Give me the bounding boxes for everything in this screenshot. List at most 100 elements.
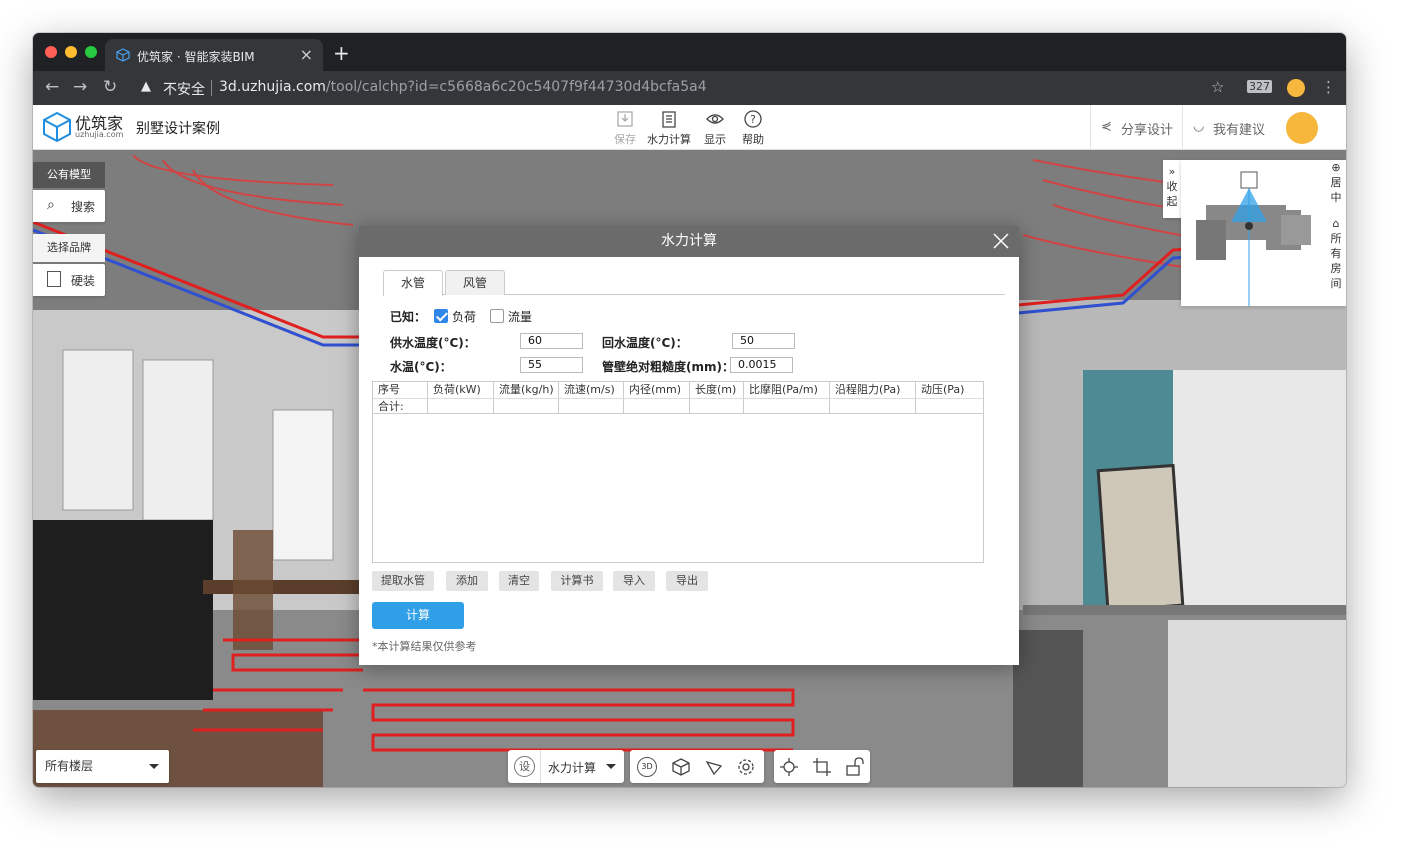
settings-badge-icon[interactable]: 设 <box>514 756 535 777</box>
tab-title: 优筑家 · 智能家装BIM <box>137 50 255 64</box>
gear-icon[interactable] <box>736 757 756 777</box>
locate-icon[interactable] <box>779 757 799 777</box>
minimap[interactable] <box>1181 160 1346 306</box>
all-rooms-button[interactable]: ⌂ 所有房间 <box>1326 216 1346 300</box>
close-tab-icon[interactable]: × <box>300 45 313 64</box>
search-label: 搜索 <box>71 200 96 214</box>
hard-decor-button[interactable]: 硬装 <box>33 264 105 296</box>
load-checkbox[interactable] <box>434 309 448 323</box>
col-dynamic-pressure: 动压(Pa) <box>921 383 965 396</box>
choose-brand-button[interactable]: 选择品牌 <box>33 234 105 262</box>
eye-icon <box>706 114 724 124</box>
url-field[interactable]: ▲ 不安全 3d.uzhujia.com/tool/calchp?id=c566… <box>133 75 1243 101</box>
hydraulic-calc-button[interactable]: 水力计算 <box>647 109 691 147</box>
col-length: 长度(m) <box>690 382 744 398</box>
flow-checkbox[interactable] <box>490 309 504 323</box>
minimize-window-button[interactable] <box>65 46 77 58</box>
cube-view-icon[interactable] <box>671 757 691 777</box>
export-button[interactable]: 导出 <box>666 571 708 591</box>
camera-angle-icon[interactable] <box>704 757 724 777</box>
crosshair-icon: ⊕ <box>1331 161 1341 174</box>
water-temp-label: 水温(°C)： <box>390 360 452 374</box>
load-option-label: 负荷 <box>452 310 477 324</box>
hydraulic-calc-label: 水力计算 <box>647 133 691 146</box>
disclaimer-note: *本计算结果仅供参考 <box>372 640 477 653</box>
save-icon <box>617 111 633 127</box>
reload-icon[interactable]: ↻ <box>103 77 117 97</box>
center-label: 居中 <box>1330 176 1342 204</box>
floor-select-value: 所有楼层 <box>45 759 94 773</box>
share-icon: ⋞ <box>1101 119 1112 134</box>
display-label: 显示 <box>704 133 726 146</box>
home-icon: ⌂ <box>1332 217 1340 230</box>
return-temp-input[interactable]: 50 <box>732 333 795 349</box>
chevron-right-icon: » <box>1168 165 1176 178</box>
caret-down-icon[interactable] <box>606 764 616 769</box>
menu-dots-icon[interactable]: ⋮ <box>1321 78 1336 96</box>
flow-option-label: 流量 <box>508 310 533 324</box>
choose-brand-label: 选择品牌 <box>47 241 91 254</box>
roughness-input[interactable]: 0.0015 <box>730 357 793 373</box>
help-label: 帮助 <box>742 133 764 146</box>
water-temp-input[interactable]: 55 <box>520 357 583 373</box>
tools-toolbar <box>774 750 870 783</box>
calc-report-button[interactable]: 计算书 <box>551 571 603 591</box>
3d-viewport[interactable]: 公有模型 ⌕ 搜索 选择品牌 硬装 » 收起 ⊕ 居中 ⌂ 所有房间 所有楼层 … <box>33 150 1346 787</box>
profile-avatar-icon[interactable] <box>1287 79 1305 97</box>
caret-down-icon <box>149 764 159 769</box>
view-3d-button[interactable]: 3D <box>637 757 657 777</box>
search-icon: ⌕ <box>47 197 55 213</box>
door-icon <box>47 271 61 287</box>
app-header: 优筑家 uzhujia.com 别墅设计案例 保存 水力计算 显示 ? 帮助 ⋞… <box>33 105 1346 150</box>
tab-air-duct[interactable]: 风管 <box>445 270 505 295</box>
col-index: 序号 <box>373 382 428 398</box>
collapse-minimap-button[interactable]: » 收起 <box>1163 160 1181 218</box>
insecure-label: 不安全 <box>163 82 205 98</box>
floor-select[interactable]: 所有楼层 <box>36 750 169 783</box>
cube-logo-icon <box>43 111 71 143</box>
user-avatar[interactable] <box>1286 112 1318 144</box>
extension-icon[interactable]: 327 <box>1247 80 1272 93</box>
clear-button[interactable]: 清空 <box>499 571 539 591</box>
cube-favicon-icon <box>116 48 130 62</box>
public-model-header[interactable]: 公有模型 <box>33 162 105 188</box>
calculate-button[interactable]: 计算 <box>372 602 464 629</box>
import-button[interactable]: 导入 <box>613 571 655 591</box>
unlock-icon[interactable] <box>844 757 864 777</box>
supply-temp-input[interactable]: 60 <box>520 333 583 349</box>
known-label: 已知： <box>390 310 427 324</box>
col-inner-diameter: 内径(mm) <box>624 382 690 398</box>
roughness-label: 管壁绝对粗糙度(mm)： <box>602 360 734 374</box>
browser-tab[interactable]: 优筑家 · 智能家装BIM × <box>105 39 323 71</box>
col-flow: 流量(kg/h) <box>494 382 559 398</box>
mode-select[interactable]: 水力计算 <box>548 759 596 776</box>
back-icon[interactable]: ← <box>45 77 59 97</box>
save-button[interactable]: 保存 <box>603 109 647 147</box>
center-view-button[interactable]: ⊕ 居中 <box>1326 160 1346 212</box>
help-button[interactable]: ? 帮助 <box>731 109 775 147</box>
suggestion-button[interactable]: ◡ 我有建议 <box>1182 105 1282 150</box>
extract-pipe-button[interactable]: 提取水管 <box>372 571 434 591</box>
share-design-button[interactable]: ⋞ 分享设计 <box>1090 105 1182 150</box>
forward-icon[interactable]: → <box>73 77 87 97</box>
add-button[interactable]: 添加 <box>446 571 488 591</box>
bookmark-star-icon[interactable]: ☆ <box>1211 78 1224 96</box>
mode-toolbar: 设 水力计算 <box>508 750 624 783</box>
total-label: 合计: <box>373 399 428 413</box>
floorplan-map <box>1196 171 1311 306</box>
save-label: 保存 <box>614 133 636 146</box>
project-title: 别墅设计案例 <box>136 121 220 137</box>
suggest-label: 我有建议 <box>1213 123 1266 138</box>
zoom-window-button[interactable] <box>85 46 97 58</box>
smile-icon: ◡ <box>1193 119 1205 134</box>
calc-table: 序号 负荷(kW) 流量(kg/h) 流速(m/s) 内径(mm) 长度(m) … <box>372 381 984 563</box>
tab-water-pipe[interactable]: 水管 <box>383 270 443 296</box>
crop-icon[interactable] <box>812 757 832 777</box>
warning-icon: ▲ <box>141 79 151 94</box>
share-label: 分享设计 <box>1121 123 1174 138</box>
close-icon[interactable] <box>991 231 1011 251</box>
close-window-button[interactable] <box>45 46 57 58</box>
url-host: 3d.uzhujia.com <box>219 79 326 95</box>
new-tab-icon[interactable]: + <box>333 41 350 65</box>
search-button[interactable]: ⌕ 搜索 <box>33 190 105 222</box>
